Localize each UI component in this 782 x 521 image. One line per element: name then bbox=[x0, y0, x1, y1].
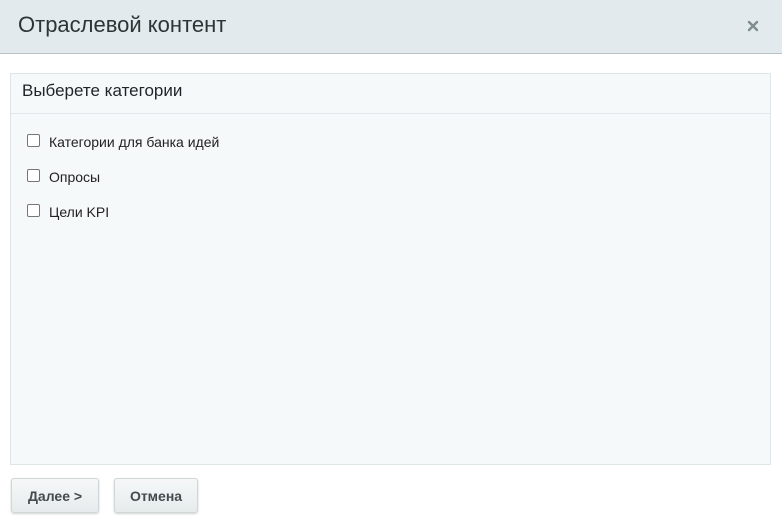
option-ideas-bank[interactable]: Категории для банка идей bbox=[27, 132, 219, 152]
next-button[interactable]: Далее > bbox=[11, 478, 99, 513]
panel-header: Выберете категории bbox=[11, 74, 770, 114]
dialog: Отраслевой контент Выберете категории Ка… bbox=[0, 0, 782, 521]
option-label: Цели KPI bbox=[49, 204, 110, 220]
option-label: Опросы bbox=[49, 169, 101, 185]
cancel-button[interactable]: Отмена bbox=[114, 478, 198, 513]
option-label: Категории для банка идей bbox=[49, 134, 220, 150]
dialog-footer: Далее > Отмена bbox=[11, 478, 213, 513]
checkbox[interactable] bbox=[27, 203, 40, 217]
option-kpi-goals[interactable]: Цели KPI bbox=[27, 202, 219, 222]
checkbox[interactable] bbox=[27, 133, 40, 147]
category-panel: Выберете категории Категории для банка и… bbox=[10, 73, 771, 465]
checkbox[interactable] bbox=[27, 168, 40, 182]
close-icon[interactable] bbox=[744, 17, 762, 35]
dialog-title: Отраслевой контент bbox=[18, 12, 227, 37]
panel-title: Выберете категории bbox=[22, 81, 183, 100]
option-surveys[interactable]: Опросы bbox=[27, 167, 219, 187]
category-options: Категории для банка идей Опросы Цели KPI bbox=[27, 132, 219, 237]
dialog-titlebar: Отраслевой контент bbox=[0, 0, 782, 54]
